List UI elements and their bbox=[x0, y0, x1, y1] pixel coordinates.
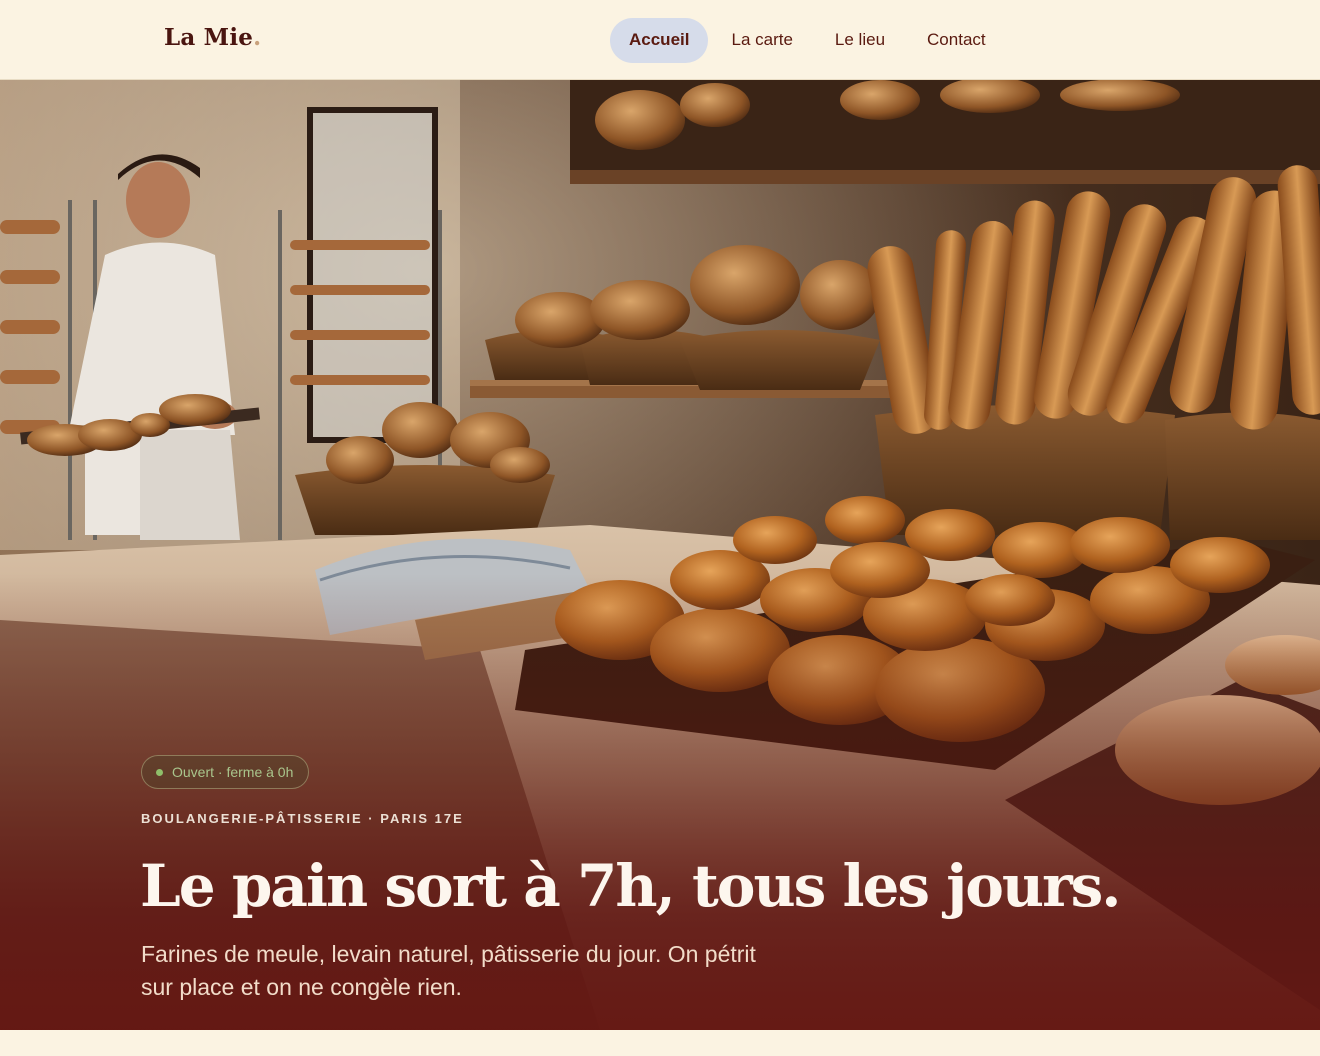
page-bottom-strip bbox=[0, 1030, 1320, 1056]
hero-title: Le pain sort à 7h, tous les jours. bbox=[140, 852, 1121, 920]
status-text: Ouvert · ferme à 0h bbox=[172, 764, 294, 780]
site-header: La Mie. Accueil La carte Le lieu Contact bbox=[0, 0, 1320, 80]
brand-logo[interactable]: La Mie. bbox=[164, 24, 261, 51]
status-badge: Ouvert · ferme à 0h bbox=[141, 755, 310, 789]
nav-item-le-lieu[interactable]: Le lieu bbox=[816, 18, 904, 63]
nav-item-contact[interactable]: Contact bbox=[908, 18, 1005, 63]
main-nav: Accueil La carte Le lieu Contact bbox=[610, 17, 1005, 63]
hero-subtitle-line-2: sur place et on ne congèle rien. bbox=[141, 974, 462, 1000]
status-dot-icon bbox=[156, 768, 163, 776]
hero-subtitle: Farines de meule, levain naturel, pâtiss… bbox=[141, 938, 841, 1004]
brand-name: La Mie bbox=[164, 24, 254, 51]
brand-dot: . bbox=[253, 24, 262, 51]
hero-eyebrow: BOULANGERIE-PÂTISSERIE · PARIS 17E bbox=[141, 811, 464, 826]
hero-subtitle-line-1: Farines de meule, levain naturel, pâtiss… bbox=[141, 941, 756, 967]
nav-item-la-carte[interactable]: La carte bbox=[712, 18, 811, 63]
nav-item-accueil[interactable]: Accueil bbox=[610, 17, 709, 63]
